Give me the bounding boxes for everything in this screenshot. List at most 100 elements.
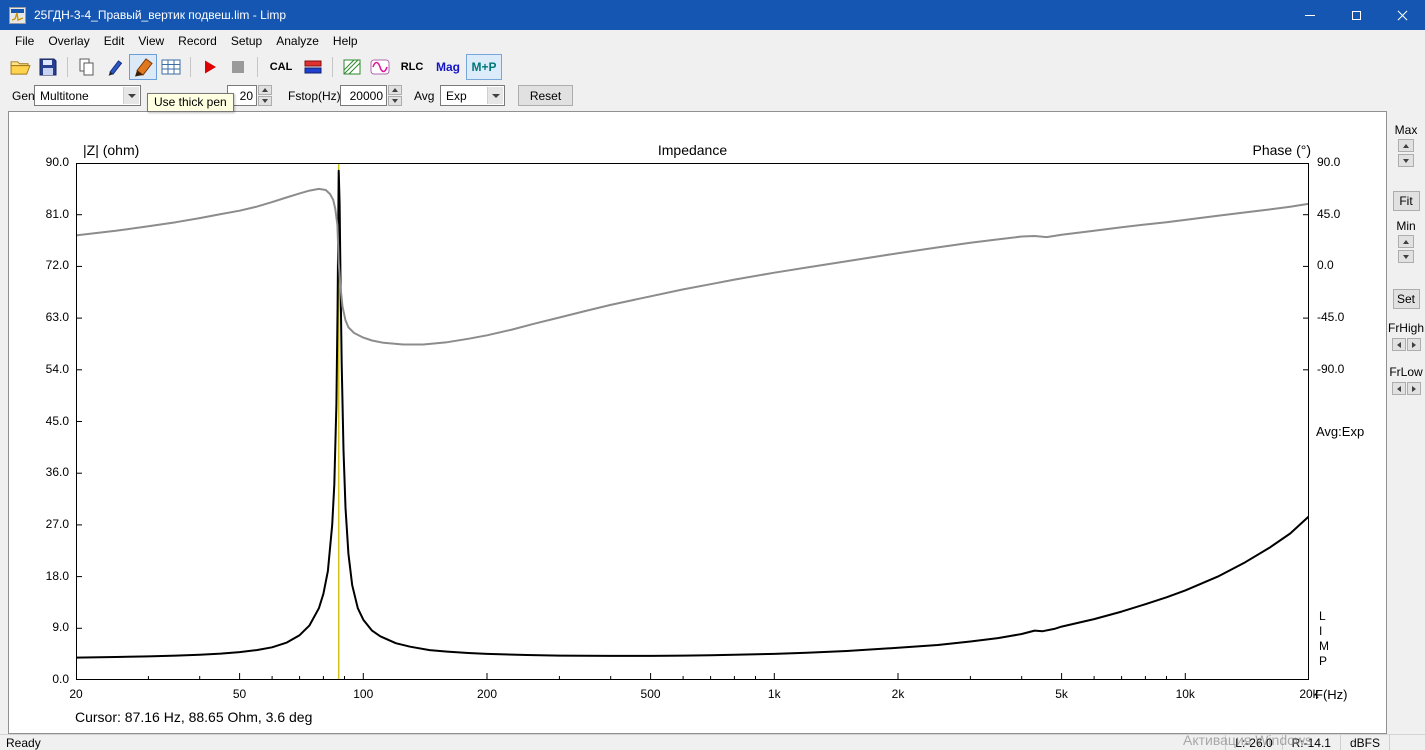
x-tick-label: 2k (891, 687, 905, 701)
frlow-spinner (1391, 382, 1421, 395)
menu-record[interactable]: Record (171, 32, 224, 50)
copy-icon (79, 58, 94, 76)
start-recording-button[interactable] (196, 54, 224, 80)
min-up-button[interactable] (1398, 235, 1414, 248)
statusbar-grip (1389, 735, 1425, 750)
table-button[interactable] (157, 54, 185, 80)
z-tick-label: 72.0 (45, 258, 69, 273)
gain-up-button[interactable] (258, 85, 272, 95)
fstop-down-button[interactable] (388, 96, 402, 106)
spectrum-view-button[interactable] (338, 54, 366, 80)
menu-overlay[interactable]: Overlay (41, 32, 96, 50)
thin-pen-button[interactable] (101, 54, 129, 80)
copy-button[interactable] (73, 54, 101, 80)
toolbar: CAL RLC Mag M+P (0, 52, 1425, 82)
level-unit: dBFS (1339, 735, 1389, 750)
minimize-button[interactable] (1287, 0, 1333, 30)
min-down-button[interactable] (1398, 250, 1414, 263)
hatch-icon (343, 59, 361, 75)
limp-logo-letter: I (1319, 624, 1323, 638)
impedance-plot[interactable] (76, 163, 1309, 680)
close-button[interactable] (1379, 0, 1425, 30)
generator-type-combo[interactable]: Multitone (34, 85, 141, 106)
right-control-panel: Max Fit Min Set FrHigh FrLow (1387, 111, 1425, 734)
z-tick-label: 63.0 (45, 310, 69, 325)
fit-button[interactable]: Fit (1392, 191, 1420, 211)
avg-combo[interactable]: Exp (440, 85, 505, 106)
combo-arrow-icon[interactable] (487, 87, 503, 104)
avg-mode-note: Avg:Exp (1316, 424, 1365, 439)
menu-setup[interactable]: Setup (224, 32, 269, 50)
reset-button[interactable]: Reset (518, 85, 573, 106)
phase-tick-label: -45.0 (1317, 310, 1345, 325)
play-icon (205, 60, 216, 74)
maximize-button[interactable] (1333, 0, 1379, 30)
thin-pen-icon (108, 60, 123, 76)
min-spinner (1398, 235, 1414, 263)
z-tick-label: 36.0 (45, 465, 69, 480)
fstop-up-button[interactable] (388, 85, 402, 95)
titlebar: 25ГДН-3-4_Правый_вертик подвеш.lim - Lim… (0, 0, 1425, 30)
fstop-value[interactable]: 20000 (340, 85, 387, 106)
status-text: Ready (6, 735, 41, 750)
phase-tick-label: 90.0 (1317, 155, 1341, 169)
limp-window: 25ГДН-3-4_Правый_вертик подвеш.lim - Lim… (0, 0, 1425, 750)
frhigh-right-button[interactable] (1406, 338, 1421, 351)
limp-logo-letter: P (1319, 654, 1328, 668)
thick-pen-button[interactable] (129, 54, 157, 80)
save-button[interactable] (34, 54, 62, 80)
z-tick-label: 45.0 (45, 413, 69, 428)
max-label: Max (1394, 123, 1418, 137)
frhigh-left-button[interactable] (1391, 338, 1406, 351)
z-tick-label: 18.0 (45, 568, 69, 583)
save-icon (39, 58, 57, 76)
toolbar-separator (332, 57, 333, 77)
gain-down-button[interactable] (258, 96, 272, 106)
frhigh-label: FrHigh (1387, 321, 1424, 335)
z-tick-label: 0.0 (52, 672, 69, 686)
cal-label: CAL (269, 61, 293, 73)
max-down-button[interactable] (1398, 154, 1414, 167)
open-folder-icon (10, 60, 31, 75)
menubar: File Overlay Edit View Record Setup Analyze Hel… (0, 30, 1425, 52)
fstop-field[interactable]: 20000 (340, 85, 402, 106)
limp-logo-letter: L (1319, 609, 1326, 623)
phase-tick-label: 45.0 (1317, 206, 1341, 221)
fstop-label: Fstop(Hz) (288, 89, 341, 103)
menu-edit[interactable]: Edit (97, 32, 132, 50)
menu-file[interactable]: File (8, 32, 41, 50)
generator-type-value: Multitone (40, 88, 89, 103)
set-button[interactable]: Set (1392, 289, 1420, 309)
open-button[interactable] (6, 54, 34, 80)
frlow-right-button[interactable] (1406, 382, 1421, 395)
menu-help[interactable]: Help (326, 32, 365, 50)
gain-field[interactable]: 20 (227, 85, 272, 106)
combo-arrow-icon[interactable] (123, 87, 139, 104)
min-label: Min (1396, 219, 1416, 233)
x-tick-label: 100 (353, 687, 374, 701)
signal-view-button[interactable] (366, 54, 394, 80)
z-tick-label: 54.0 (45, 361, 69, 376)
mag-label: Mag (436, 60, 460, 74)
frlow-left-button[interactable] (1391, 382, 1406, 395)
mag-button[interactable]: Mag (430, 54, 466, 80)
toolbar-separator (67, 57, 68, 77)
mag-phase-label: M+P (471, 60, 497, 74)
rlc-button[interactable]: RLC (394, 54, 430, 80)
calibrate-button[interactable]: CAL (263, 54, 299, 80)
phase-axis-label: Phase (°) (1252, 142, 1311, 158)
stop-recording-button[interactable] (224, 54, 252, 80)
channel-setup-button[interactable] (299, 54, 327, 80)
z-tick-label: 90.0 (45, 155, 69, 169)
max-up-button[interactable] (1398, 139, 1414, 152)
x-tick-label: 20 (69, 687, 83, 701)
fstop-spinner (388, 85, 402, 106)
menu-view[interactable]: View (131, 32, 171, 50)
max-spinner (1398, 139, 1414, 167)
right-level-value: R:-14.1 (1281, 735, 1340, 750)
limp-logo-letter: M (1319, 639, 1329, 653)
menu-analyze[interactable]: Analyze (269, 32, 326, 50)
phase-tick-label: 0.0 (1317, 258, 1334, 273)
statusbar: Ready L:-26.0 R:-14.1 dBFS (0, 734, 1425, 750)
mag-phase-button[interactable]: M+P (466, 54, 502, 80)
